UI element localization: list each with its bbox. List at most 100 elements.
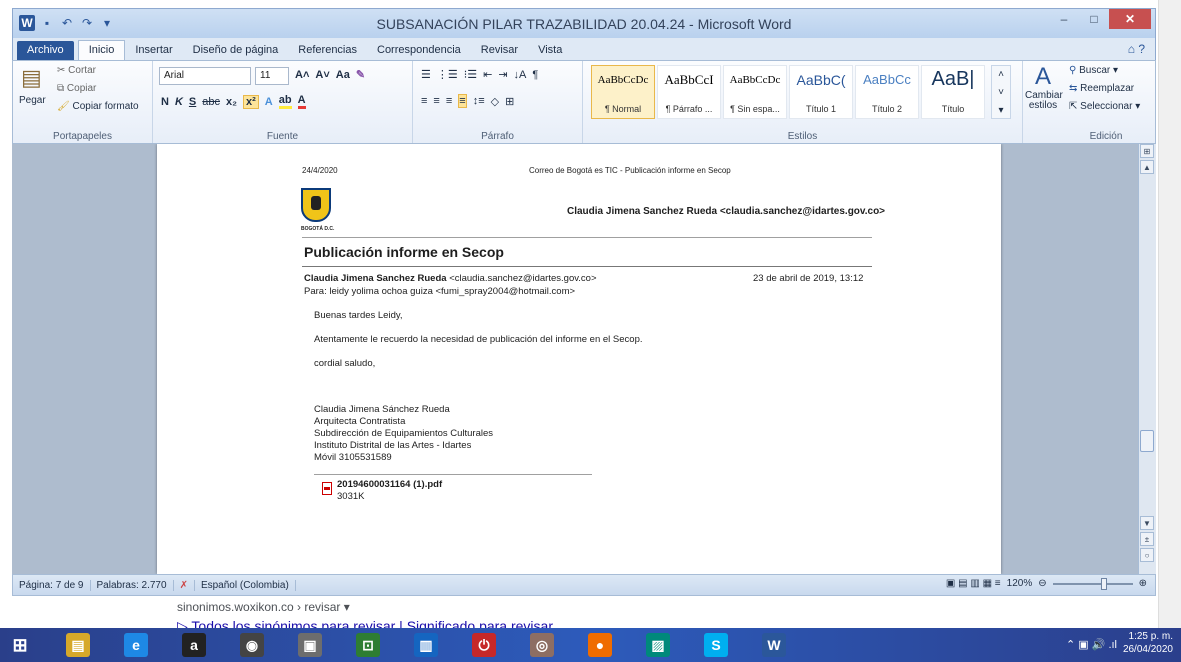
- tab-referencias[interactable]: Referencias: [288, 41, 367, 60]
- show-marks-icon[interactable]: ¶: [532, 69, 538, 81]
- decrease-indent-icon[interactable]: ⇤: [483, 68, 492, 81]
- style-sin-espaciado[interactable]: AaBbCcDc ¶ Sin espa...: [723, 65, 787, 119]
- help-icon[interactable]: ⌂ ?: [1128, 42, 1145, 56]
- scroll-down-icon[interactable]: ▼: [1140, 516, 1154, 530]
- background-scrollbar[interactable]: [1158, 0, 1181, 628]
- zoom-in-icon[interactable]: ⊕: [1139, 578, 1147, 589]
- tab-diseno-pagina[interactable]: Diseño de página: [183, 41, 289, 60]
- bullets-icon[interactable]: ☰: [421, 68, 431, 81]
- tab-inicio[interactable]: Inicio: [77, 40, 126, 60]
- email-from: Claudia Jimena Sanchez Rueda <claudia.sa…: [304, 273, 597, 284]
- taskbar-app-icon[interactable]: e: [116, 628, 156, 662]
- align-right-icon[interactable]: ≡: [446, 95, 452, 107]
- close-button[interactable]: ✕: [1109, 9, 1151, 29]
- taskbar-app-icon[interactable]: ▥: [406, 628, 446, 662]
- taskbar-app-icon[interactable]: ●: [580, 628, 620, 662]
- signature-line: Instituto Distrital de las Artes - Idart…: [314, 440, 472, 451]
- zoom-slider-knob[interactable]: [1100, 577, 1107, 590]
- shrink-font-icon[interactable]: A˅: [315, 69, 329, 81]
- system-tray-icons[interactable]: ⌃ ▣ 🔊 .ıl: [1066, 638, 1117, 651]
- strikethrough-icon[interactable]: abc: [202, 96, 220, 108]
- clear-format-icon[interactable]: ✎: [356, 68, 365, 81]
- text-effects-icon[interactable]: A: [265, 96, 273, 108]
- taskbar-app-icon[interactable]: ◉: [232, 628, 272, 662]
- find-button[interactable]: ⚲ Buscar ▾: [1069, 65, 1118, 76]
- multilevel-list-icon[interactable]: ⁝☰: [464, 68, 477, 81]
- style-normal[interactable]: AaBbCcDc ¶ Normal: [591, 65, 655, 119]
- format-painter-button[interactable]: 🖌 Copiar formato: [57, 101, 139, 112]
- highlight-icon[interactable]: ab: [278, 94, 292, 109]
- cut-button[interactable]: ✂ Cortar: [57, 65, 96, 76]
- start-button[interactable]: ⊞: [0, 628, 40, 662]
- tab-correspondencia[interactable]: Correspondencia: [367, 41, 471, 60]
- zoom-slider[interactable]: [1052, 577, 1133, 590]
- crest-caption: BOGOTÁ D.C.: [301, 226, 335, 232]
- taskbar-app-icon[interactable]: a: [174, 628, 214, 662]
- taskbar-app-icon[interactable]: ▣: [290, 628, 330, 662]
- document-page[interactable]: 24/4/2020 Correo de Bogotá es TIC - Publ…: [157, 144, 1001, 574]
- bold-icon[interactable]: N: [161, 96, 169, 108]
- increase-indent-icon[interactable]: ⇥: [498, 68, 507, 81]
- signature-line: Arquitecta Contratista: [314, 416, 406, 427]
- language-indicator[interactable]: Español (Colombia): [195, 579, 296, 591]
- spellcheck-icon[interactable]: ✗: [174, 579, 195, 591]
- copy-button[interactable]: ⧉ Copiar: [57, 83, 96, 94]
- tab-vista[interactable]: Vista: [528, 41, 572, 60]
- tab-insertar[interactable]: Insertar: [125, 41, 182, 60]
- clock[interactable]: 1:25 p. m. 26/04/2020: [1123, 630, 1173, 656]
- font-color-icon[interactable]: A: [297, 94, 306, 109]
- underline-icon[interactable]: S: [189, 96, 196, 108]
- select-button[interactable]: ⇱ Seleccionar ▾: [1069, 101, 1140, 112]
- scroll-thumb[interactable]: [1140, 430, 1154, 452]
- paste-icon[interactable]: ▤: [21, 65, 42, 91]
- subscript-icon[interactable]: x₂: [226, 96, 237, 108]
- numbering-icon[interactable]: ⋮☰: [437, 68, 458, 81]
- page-count[interactable]: Página: 7 de 9: [13, 579, 91, 591]
- maximize-button[interactable]: □: [1079, 9, 1109, 29]
- taskbar-app-icon[interactable]: ▨: [638, 628, 678, 662]
- styles-scroll[interactable]: ˄ ˅ ▾: [991, 65, 1011, 119]
- replace-icon: ⇆: [1069, 83, 1081, 94]
- taskbar-app-icon[interactable]: ◎: [522, 628, 562, 662]
- borders-icon[interactable]: ⊞: [505, 95, 514, 108]
- font-name-select[interactable]: Arial: [159, 67, 251, 85]
- style-titulo[interactable]: AaB| Título: [921, 65, 985, 119]
- style-titulo-1[interactable]: AaBbC(Título 1: [789, 65, 853, 119]
- change-case-icon[interactable]: Aa: [336, 69, 350, 81]
- style-parrafo[interactable]: AaBbCcI ¶ Párrafo ...: [657, 65, 721, 119]
- attachment-name[interactable]: 20194600031164 (1).pdf: [337, 479, 442, 490]
- taskbar-app-icon[interactable]: W: [754, 628, 794, 662]
- taskbar-app-icon[interactable]: S: [696, 628, 736, 662]
- paste-button[interactable]: Pegar: [19, 95, 46, 106]
- taskbar-app-icon[interactable]: ⏻: [464, 628, 504, 662]
- align-left-icon[interactable]: ≡: [421, 95, 427, 107]
- print-header-title: Correo de Bogotá es TIC - Publicación in…: [529, 166, 731, 175]
- word-count[interactable]: Palabras: 2.770: [91, 579, 174, 591]
- replace-button[interactable]: ⇆ Reemplazar: [1069, 83, 1134, 94]
- styles-gallery: AaBbCcDc ¶ Normal AaBbCcI ¶ Párrafo ... Aa…: [591, 65, 985, 121]
- style-titulo-2[interactable]: AaBbCc Título 2: [855, 65, 919, 119]
- taskbar-app-icon[interactable]: ▤: [58, 628, 98, 662]
- italic-icon[interactable]: K: [175, 96, 183, 108]
- line-spacing-icon[interactable]: ↕≡: [473, 95, 485, 107]
- zoom-level[interactable]: 120%: [1007, 578, 1033, 589]
- superscript-icon[interactable]: x²: [243, 94, 259, 109]
- font-size-select[interactable]: 11: [255, 67, 289, 85]
- taskbar-app-icon[interactable]: ⊡: [348, 628, 388, 662]
- search-result-breadcrumb[interactable]: sinonimos.woxikon.co › revisar ▾: [177, 600, 350, 614]
- previous-page-icon[interactable]: ±: [1140, 532, 1154, 546]
- view-buttons[interactable]: ▣ ▤ ▥ ▦ ≡: [946, 578, 1001, 589]
- grow-font-icon[interactable]: A˄: [295, 69, 309, 81]
- ruler-toggle-icon[interactable]: ⊞: [1140, 144, 1154, 158]
- shading-icon[interactable]: ◇: [491, 95, 499, 108]
- tab-archivo[interactable]: Archivo: [17, 41, 74, 60]
- tab-revisar[interactable]: Revisar: [471, 41, 528, 60]
- justify-icon[interactable]: ≡: [458, 94, 467, 108]
- zoom-out-icon[interactable]: ⊖: [1038, 578, 1046, 589]
- vertical-scrollbar[interactable]: ⊞ ▲ ▼ ± ○: [1138, 144, 1156, 574]
- align-center-icon[interactable]: ≡: [433, 95, 439, 107]
- minimize-button[interactable]: –: [1049, 9, 1079, 29]
- browse-object-icon[interactable]: ○: [1140, 548, 1154, 562]
- scroll-up-icon[interactable]: ▲: [1140, 160, 1154, 174]
- sort-icon[interactable]: ↓A: [514, 69, 527, 81]
